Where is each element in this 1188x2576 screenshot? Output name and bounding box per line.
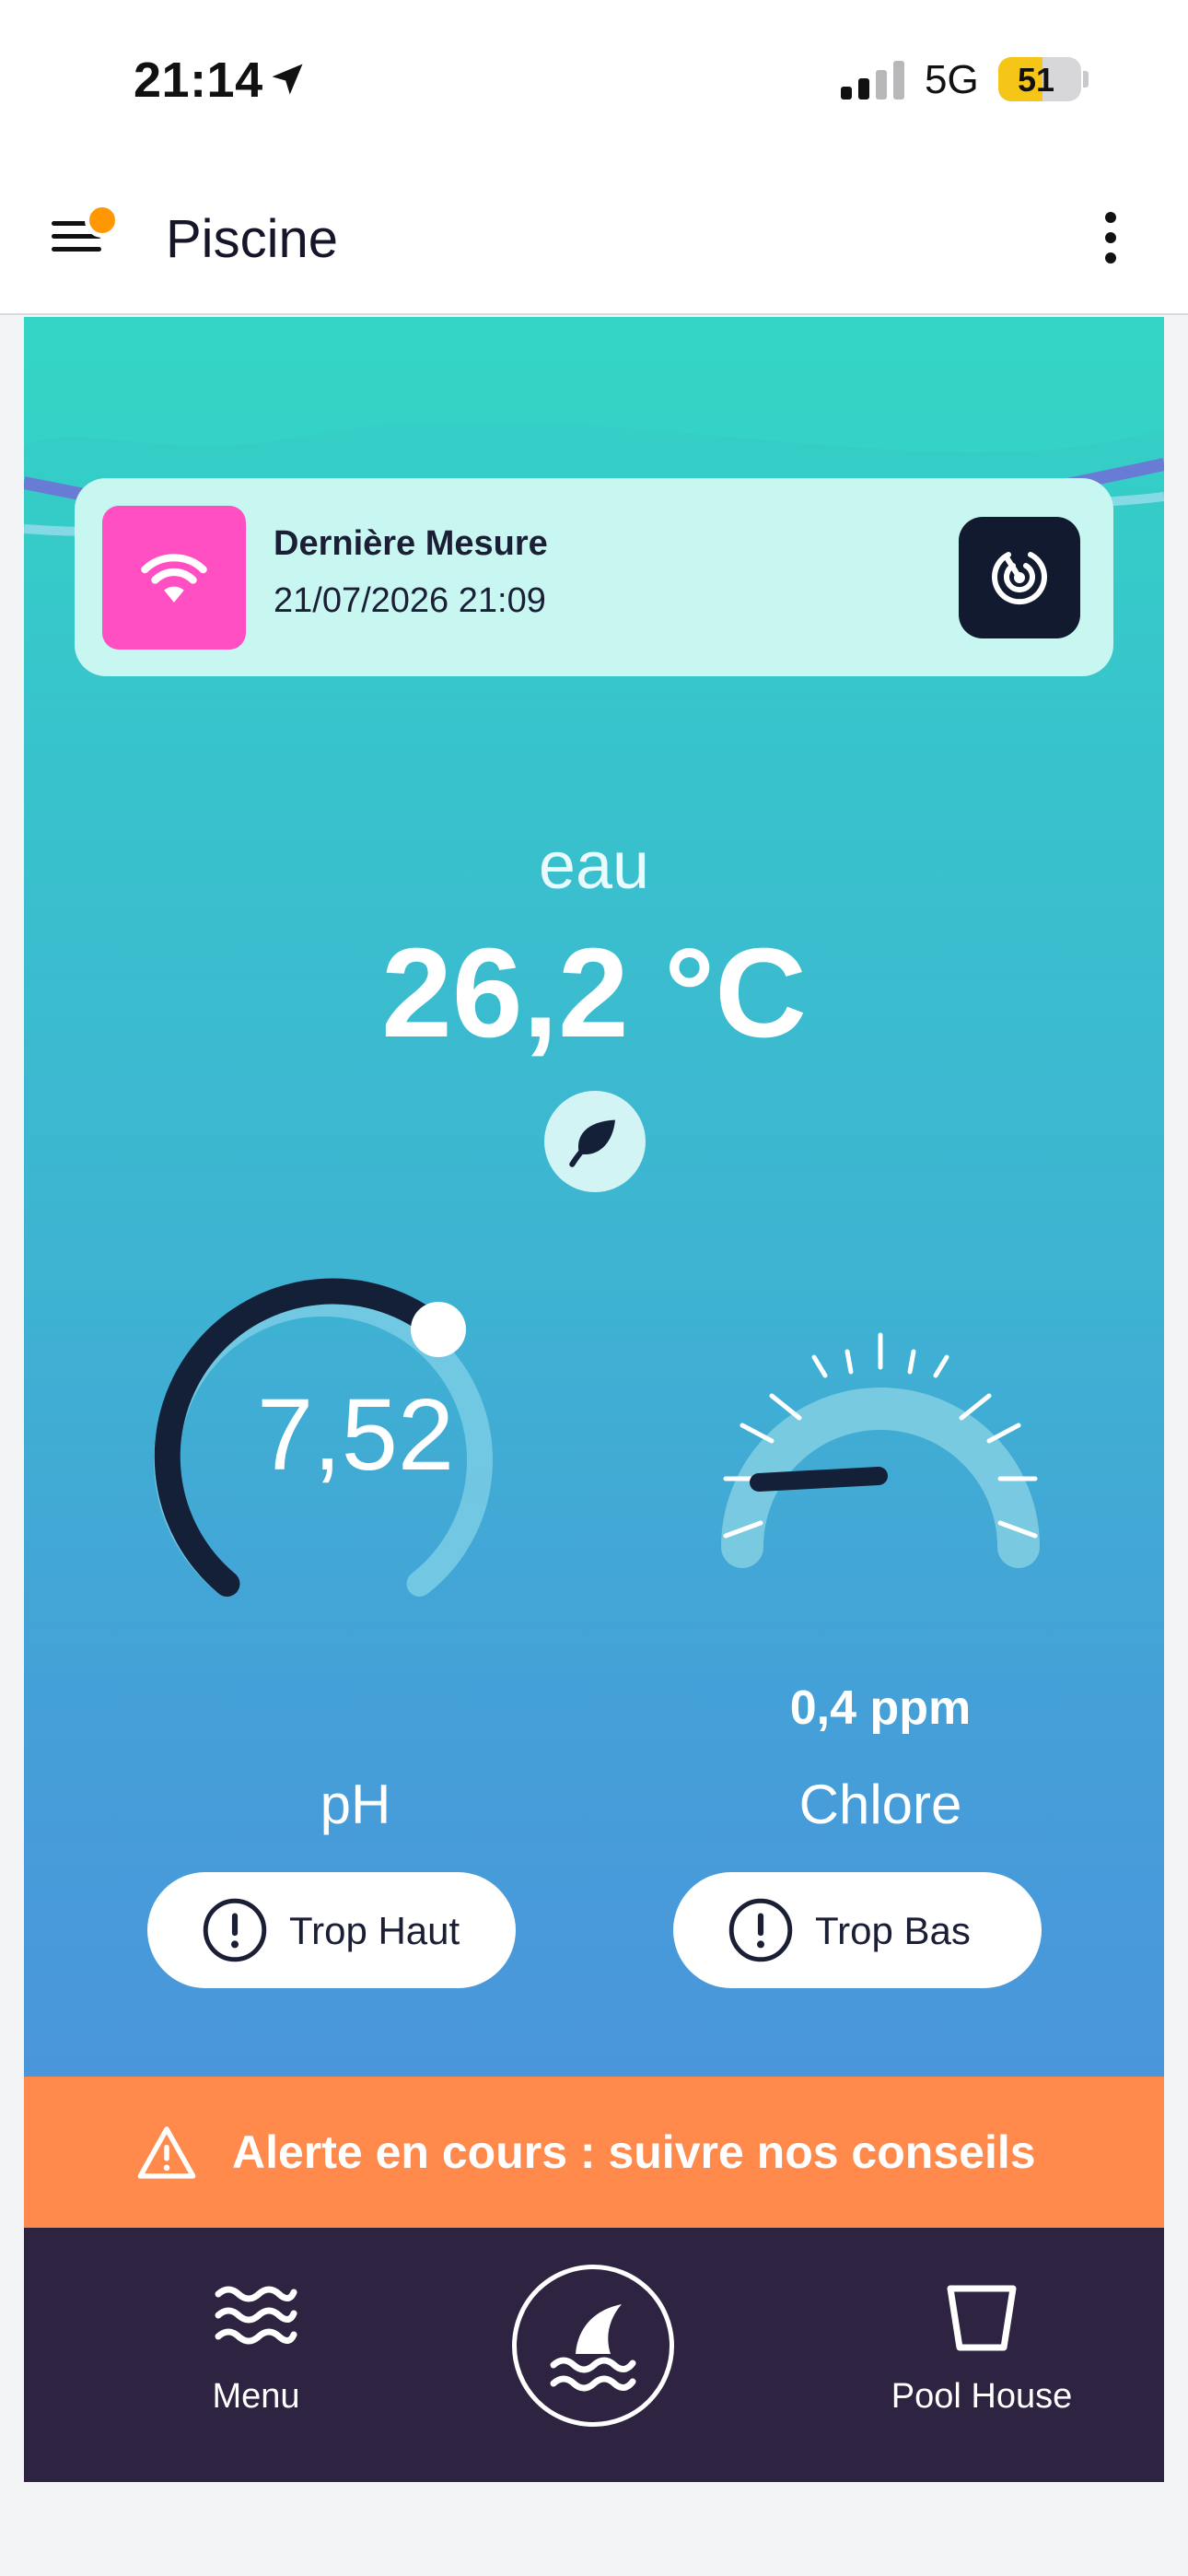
shark-button[interactable]	[512, 2265, 674, 2427]
water-label: eau	[538, 829, 650, 903]
warning-triangle-icon	[137, 2126, 196, 2179]
nav-menu-label: Menu	[212, 2377, 300, 2416]
chlorine-status-button[interactable]: Trop Bas	[673, 1872, 1042, 1988]
signal-icon	[841, 61, 904, 100]
bucket-icon	[947, 2285, 1017, 2351]
nav-pool-house-label: Pool House	[891, 2377, 1073, 2416]
status-bar: 21:14 5G 51	[0, 0, 1188, 157]
status-time: 21:14	[134, 53, 263, 108]
notification-dot	[85, 203, 120, 238]
chlorine-value: 0,4 ppm	[789, 1681, 972, 1735]
shark-fin-icon	[550, 2304, 636, 2392]
chlorine-gauge-needle	[750, 1467, 888, 1492]
wifi-tile	[102, 506, 246, 650]
location-arrow-icon	[272, 64, 303, 95]
ph-status-button[interactable]: Trop Haut	[147, 1872, 516, 1988]
battery-icon: 51	[998, 57, 1081, 101]
alert-text: Alerte en cours : suivre nos conseils	[232, 2126, 1036, 2178]
more-vert-icon[interactable]	[1096, 212, 1125, 267]
ph-value: 7,52	[256, 1378, 455, 1492]
last-measure-datetime: 21/07/2026 21:09	[274, 581, 546, 620]
chlorine-label: Chlore	[798, 1774, 962, 1835]
battery-level: 51	[1017, 61, 1055, 99]
eco-mode-button[interactable]	[544, 1091, 646, 1192]
measure-button[interactable]	[959, 517, 1080, 638]
ph-label: pH	[320, 1774, 391, 1835]
pool-dashboard: Dernière Mesure 21/07/2026 21:09 eau 26,…	[24, 317, 1164, 2077]
app-bar: Piscine	[0, 157, 1188, 315]
chlorine-gauge	[721, 1332, 1040, 1568]
warning-circle-icon	[203, 1898, 267, 1962]
alert-banner[interactable]: Alerte en cours : suivre nos conseils	[24, 2077, 1164, 2228]
last-measure-card: Dernière Mesure 21/07/2026 21:09	[75, 478, 1113, 676]
leaf-icon	[569, 1119, 615, 1167]
ph-status-label: Trop Haut	[289, 1909, 460, 1952]
waves-icon	[215, 2286, 297, 2345]
bottom-nav: Menu Pool House	[24, 2228, 1164, 2482]
wifi-icon	[141, 554, 207, 603]
nav-pool-house[interactable]: Pool House	[834, 2228, 1129, 2482]
water-temperature: 26,2 °C	[381, 922, 807, 1064]
ph-gauge-knob	[411, 1302, 466, 1357]
chlorine-status-label: Trop Bas	[815, 1909, 971, 1952]
warning-circle-icon	[728, 1898, 793, 1962]
page-title: Piscine	[166, 209, 338, 269]
measure-icon	[992, 552, 1047, 605]
nav-menu[interactable]: Menu	[133, 2228, 379, 2482]
last-measure-label: Dernière Mesure	[274, 524, 548, 563]
network-type: 5G	[925, 57, 979, 102]
